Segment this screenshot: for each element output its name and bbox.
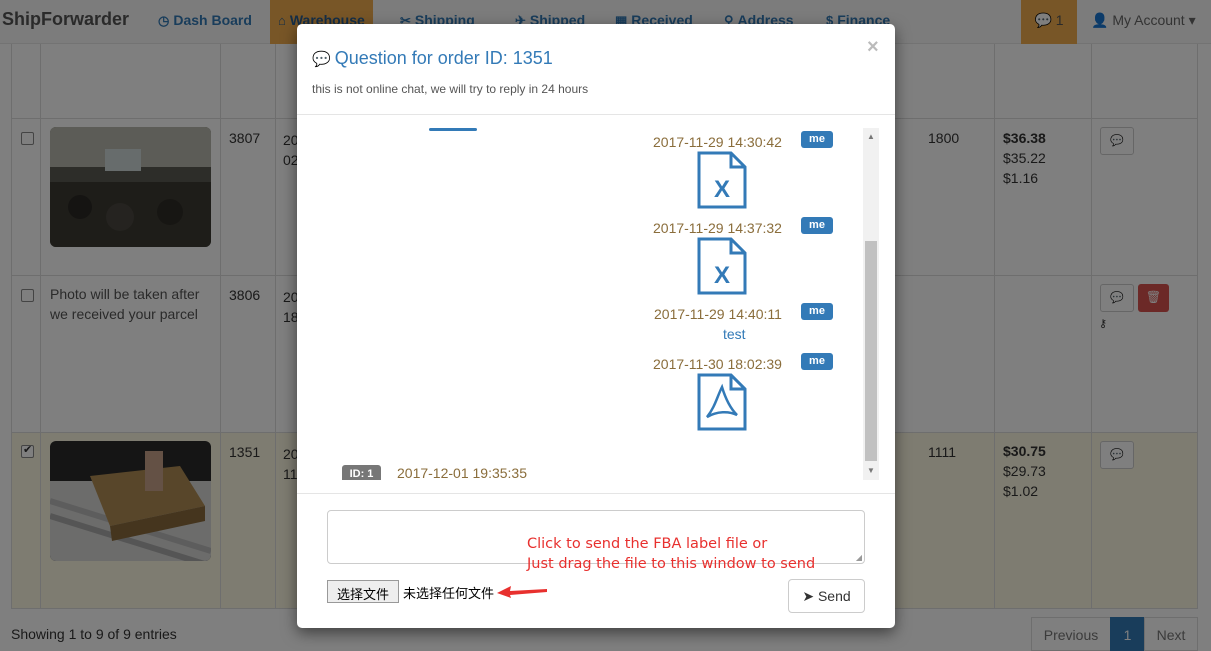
message-time: 2017-11-29 14:30:42 xyxy=(653,134,782,150)
send-button[interactable]: ➤ Send xyxy=(788,579,865,613)
choose-file-button[interactable]: 选择文件 xyxy=(327,580,399,603)
annotation-arrow-icon xyxy=(497,586,547,598)
paper-plane-icon: ➤ xyxy=(802,588,815,604)
svg-text:X: X xyxy=(714,262,730,289)
svg-text:X: X xyxy=(714,176,730,203)
chat-history[interactable]: 2017-11-29 14:30:42 me X 2017-11-29 14:3… xyxy=(327,128,880,480)
modal-header: 💬 Question for order ID: 1351 this is not… xyxy=(297,24,895,115)
message-time: 2017-12-01 19:35:35 xyxy=(397,465,527,480)
scrollbar-thumb[interactable] xyxy=(865,241,877,461)
chat-scrollbar[interactable]: ▲ ▼ xyxy=(863,128,879,480)
me-badge: me xyxy=(801,131,833,148)
excel-file-icon[interactable]: X xyxy=(697,237,747,295)
previous-message-stub xyxy=(429,128,477,131)
message-time: 2017-11-29 14:37:32 xyxy=(653,220,782,236)
scroll-up-icon[interactable]: ▲ xyxy=(867,132,875,141)
question-modal: 💬 Question for order ID: 1351 this is not… xyxy=(297,24,895,628)
excel-file-icon[interactable]: X xyxy=(697,151,747,209)
modal-title: 💬 Question for order ID: 1351 xyxy=(312,48,553,68)
message-text: test xyxy=(723,326,746,342)
no-file-chosen-label: 未选择任何文件 xyxy=(403,586,495,601)
me-badge: me xyxy=(801,217,833,234)
me-badge: me xyxy=(801,353,833,370)
comment-icon: 💬 xyxy=(312,51,331,68)
message-time: 2017-11-30 18:02:39 xyxy=(653,356,782,372)
scroll-down-icon[interactable]: ▼ xyxy=(867,466,875,475)
staff-id-badge: ID: 1 xyxy=(342,465,381,480)
me-badge: me xyxy=(801,303,833,320)
pdf-file-icon[interactable] xyxy=(697,373,747,431)
resize-grip-icon[interactable]: ◢ xyxy=(856,553,862,562)
modal-subtitle: this is not online chat, we will try to … xyxy=(312,82,589,96)
close-button[interactable]: × xyxy=(867,36,879,59)
annotation-text: Click to send the FBA label file or Just … xyxy=(527,536,816,572)
message-time: 2017-11-29 14:40:11 xyxy=(654,306,782,322)
